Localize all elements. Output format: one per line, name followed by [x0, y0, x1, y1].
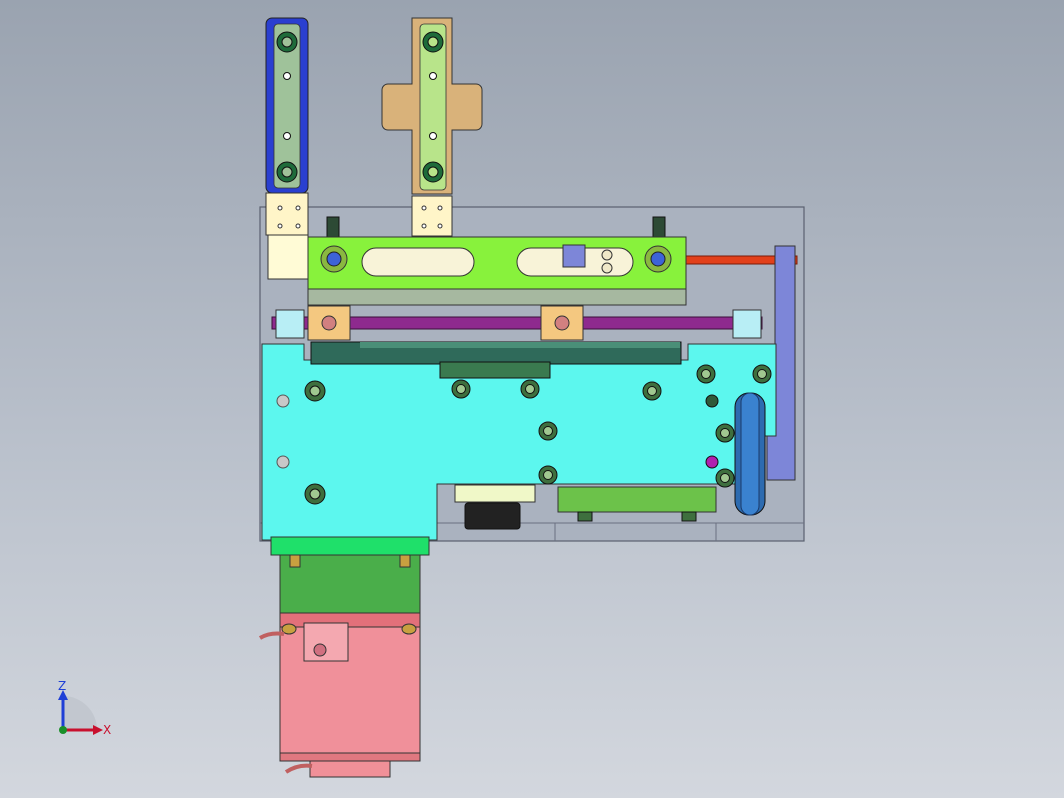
blue-pulley[interactable] — [734, 392, 766, 516]
cad-viewport[interactable]: Z X — [0, 0, 1064, 798]
tan-cross-bracket[interactable] — [381, 17, 483, 237]
slider-bar[interactable] — [307, 236, 687, 306]
motor[interactable] — [258, 536, 430, 778]
axis-triad: Z X — [58, 679, 111, 737]
y-axis-marker — [59, 726, 67, 734]
left-bracket[interactable] — [265, 17, 309, 280]
model-canvas[interactable]: Z X — [0, 0, 1064, 798]
x-axis-label: X — [103, 723, 111, 737]
z-axis-label: Z — [58, 679, 66, 693]
